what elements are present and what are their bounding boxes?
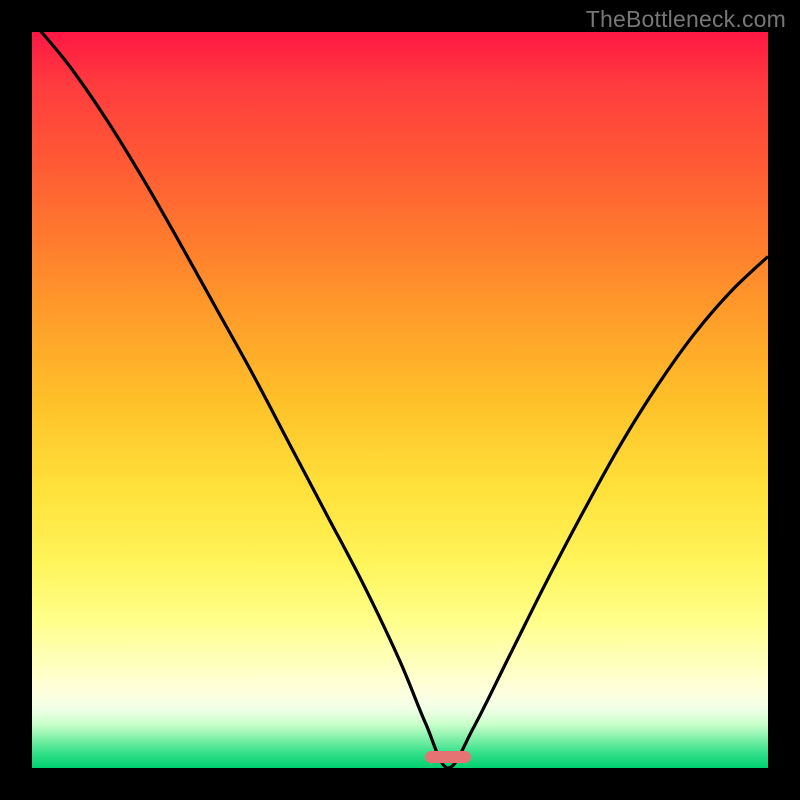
optimum-marker xyxy=(425,751,471,763)
chart-frame: TheBottleneck.com xyxy=(0,0,800,800)
curve-path xyxy=(32,32,768,768)
watermark-label: TheBottleneck.com xyxy=(586,6,786,33)
bottleneck-curve xyxy=(32,32,768,768)
plot-area xyxy=(32,32,768,768)
